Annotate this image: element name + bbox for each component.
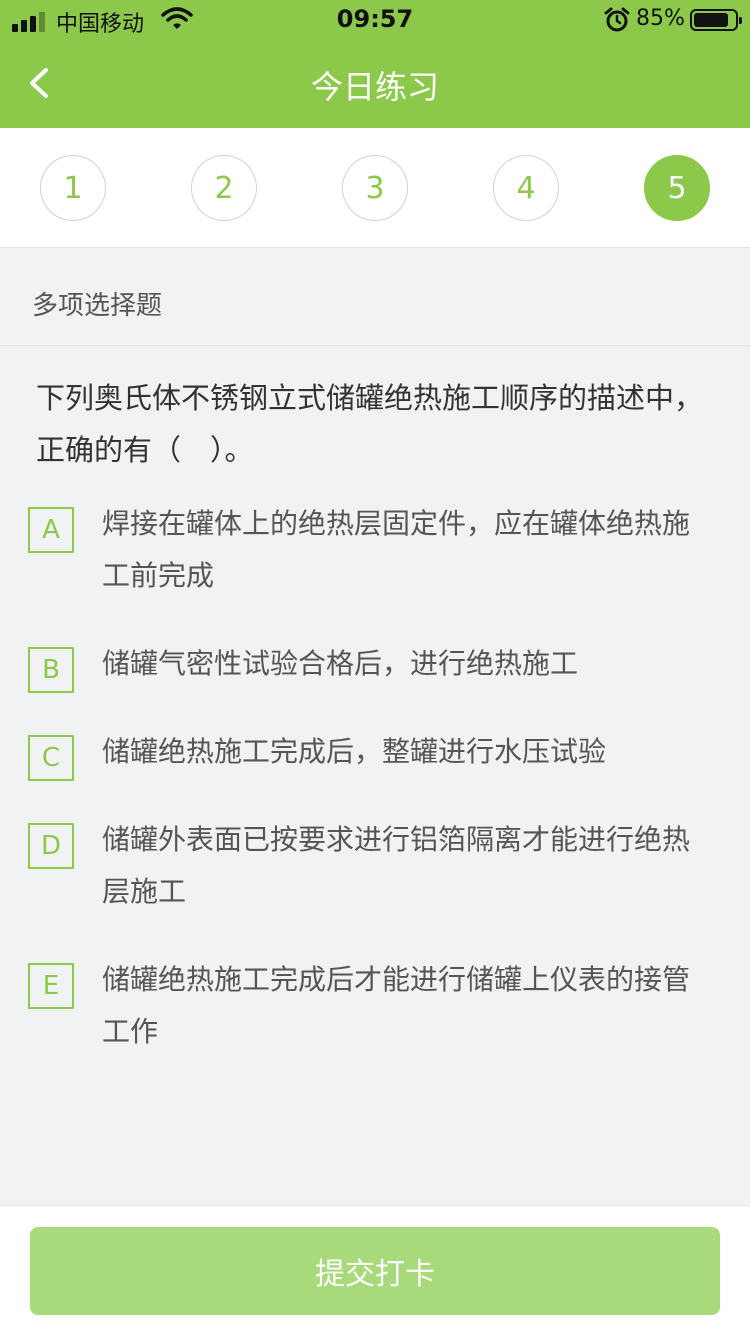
alarm-icon xyxy=(604,7,630,32)
question-tab-4[interactable]: 4 xyxy=(493,155,559,221)
question-tab-3[interactable]: 3 xyxy=(342,155,408,221)
option-d-text[interactable]: 储罐外表面已按要求进行铝箔隔离才能进行绝热层施工 xyxy=(102,814,714,918)
submit-checkin-button[interactable]: 提交打卡 xyxy=(30,1227,720,1315)
option-e-text[interactable]: 储罐绝热施工完成后才能进行储罐上仪表的接管工作 xyxy=(102,954,714,1058)
page-title: 今日练习 xyxy=(310,68,439,106)
question-tab-2[interactable]: 2 xyxy=(191,155,257,221)
question-type-bar: 多项选择题 xyxy=(0,249,750,346)
top-bar: 中国移动 09:57 85% 今日练习 xyxy=(0,0,750,128)
battery-percent: 85% xyxy=(636,6,685,31)
question-tab-1[interactable]: 1 xyxy=(40,155,106,221)
battery-icon xyxy=(690,9,742,31)
option-e-letter[interactable]: E xyxy=(28,963,74,1009)
option-b-letter[interactable]: B xyxy=(28,647,74,693)
question-type: 多项选择题 xyxy=(32,291,163,321)
option-c-text[interactable]: 储罐绝热施工完成后，整罐进行水压试验 xyxy=(102,726,714,778)
option-c-letter[interactable]: C xyxy=(28,735,74,781)
option-b-text[interactable]: 储罐气密性试验合格后，进行绝热施工 xyxy=(102,638,714,690)
option-a-text[interactable]: 焊接在罐体上的绝热层固定件，应在罐体绝热施工前完成 xyxy=(102,498,714,602)
question-tab-5[interactable]: 5 xyxy=(644,155,710,221)
question-nav: 1 2 3 4 5 xyxy=(0,128,750,248)
question-stem: 下列奥氏体不锈钢立式储罐绝热施工顺序的描述中，正确的有（ ）。 xyxy=(36,381,704,467)
status-bar: 中国移动 09:57 85% xyxy=(0,0,750,40)
option-d-letter[interactable]: D xyxy=(28,823,74,869)
battery-level xyxy=(694,13,728,27)
option-a-letter[interactable]: A xyxy=(28,507,74,553)
footer: 提交打卡 xyxy=(0,1205,750,1334)
